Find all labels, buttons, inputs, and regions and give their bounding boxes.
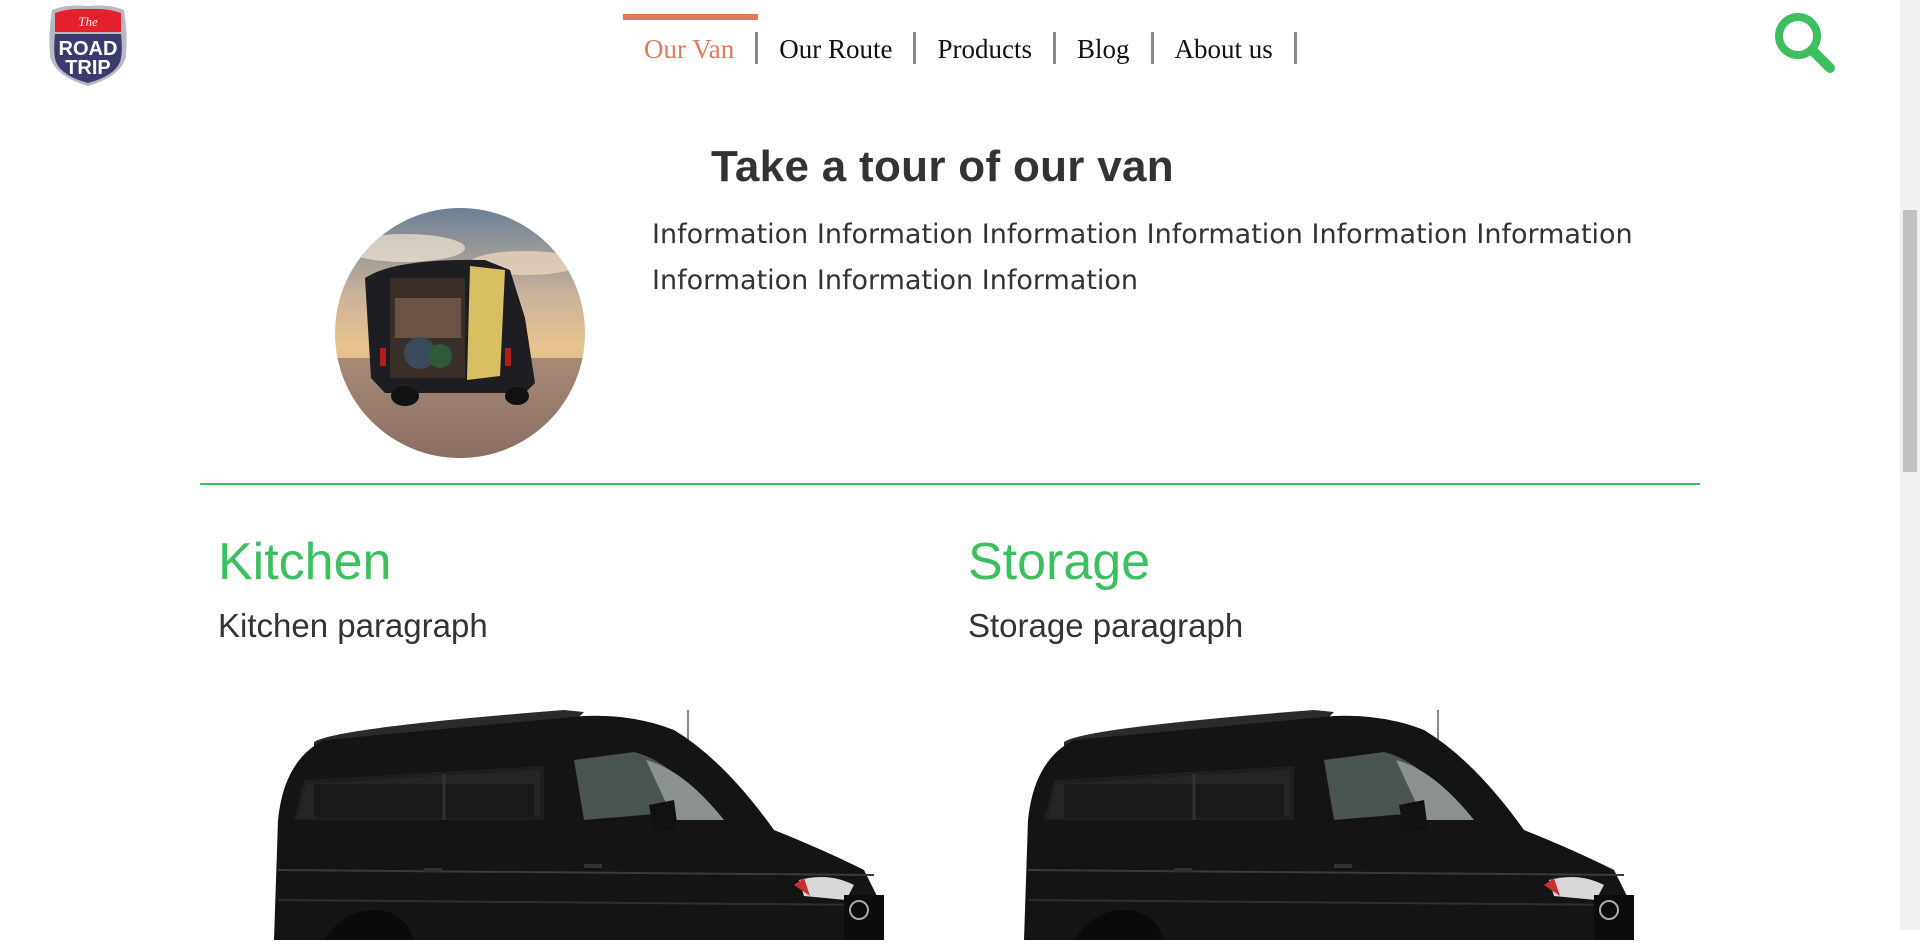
storage-heading: Storage [968, 533, 1151, 591]
storage-paragraph: Storage paragraph [968, 607, 1244, 644]
tour-information-text: Information Information Information Info… [652, 219, 1633, 296]
nav-separator [1293, 32, 1297, 64]
shield-logo-icon: The ROAD TRIP [49, 5, 127, 86]
kitchen-paragraph: Kitchen paragraph [218, 607, 488, 644]
nav-label: Blog [1076, 33, 1130, 64]
van-photo-icon [335, 208, 585, 458]
nav-about-us[interactable]: About us [1154, 0, 1297, 100]
nav-label: Products [937, 33, 1032, 64]
storage-section: Storage Storage paragraph [968, 530, 1668, 646]
logo-text-the: The [78, 14, 98, 29]
page-title: Take a tour of our van [711, 142, 1174, 191]
kitchen-van-image [254, 700, 894, 940]
storage-van-image [1004, 700, 1644, 940]
search-button[interactable] [1772, 10, 1840, 78]
nav-label: Our Route [779, 33, 893, 64]
kitchen-section: Kitchen Kitchen paragraph [218, 530, 918, 646]
van-side-icon [274, 710, 884, 940]
nav-our-route[interactable]: Our Route [758, 0, 917, 100]
nav-products[interactable]: Products [916, 0, 1056, 100]
nav-label: About us [1174, 33, 1273, 64]
kitchen-heading: Kitchen [218, 533, 392, 591]
logo-text-trip: TRIP [65, 57, 111, 79]
road-trip-logo[interactable]: The ROAD TRIP [44, 4, 132, 88]
scrollbar-thumb[interactable] [1903, 210, 1917, 472]
nav-our-van[interactable]: Our Van [623, 0, 759, 100]
van-tour-photo [335, 208, 585, 458]
page-scrollbar[interactable] [1900, 0, 1920, 930]
van-side-icon [1024, 710, 1634, 940]
section-divider [200, 483, 1700, 485]
main-navigation: Our Van Our Route Products Blog About us [623, 0, 1297, 100]
nav-label: Our Van [644, 33, 735, 64]
nav-blog[interactable]: Blog [1056, 0, 1154, 100]
search-icon [1775, 13, 1835, 73]
